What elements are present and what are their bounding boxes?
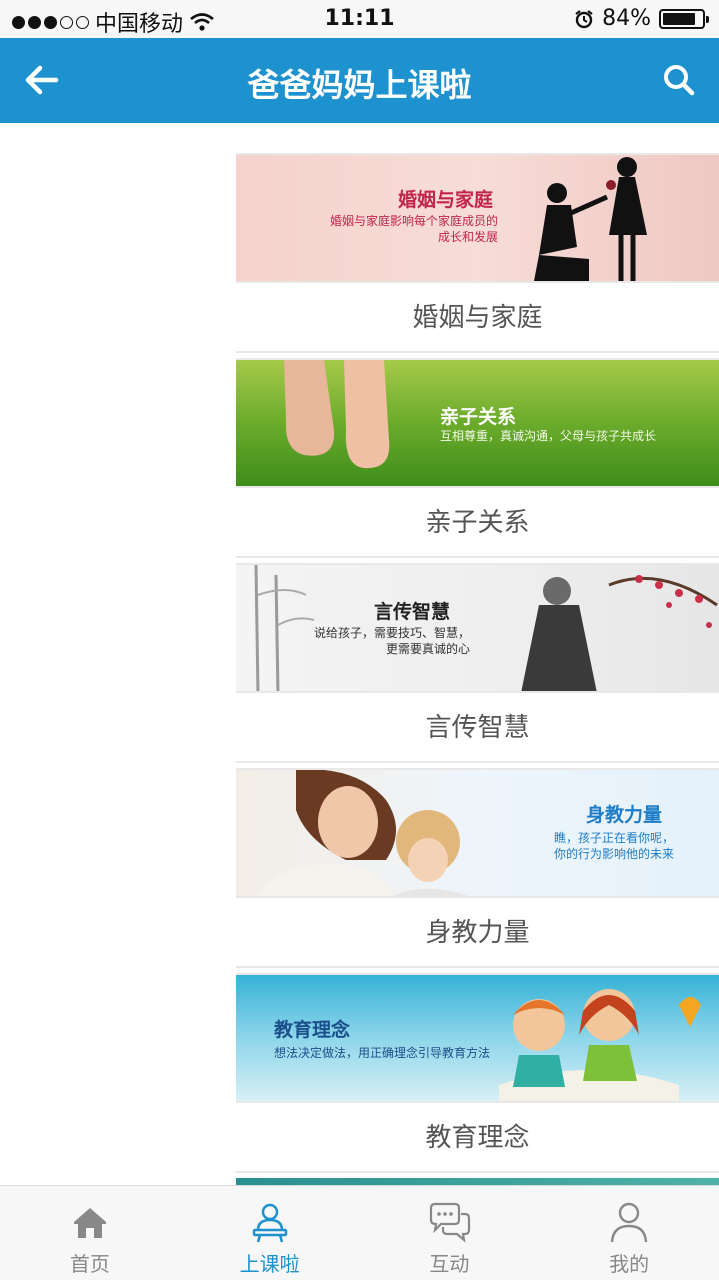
- page-title: 爸爸妈妈上课啦: [247, 66, 472, 104]
- nav-bar: 爸爸妈妈上课啦: [0, 38, 719, 123]
- banner-subtitle-line: 瞧，孩子正在看你呢，: [553, 831, 674, 845]
- battery-fill: [663, 12, 695, 25]
- banner-subtitle-line: 想法决定做法，用正确理念引导教育方法: [274, 1046, 491, 1060]
- course-list: 婚姻与家庭 婚姻与家庭影响每个家庭成员的 成长和发展 婚姻与家庭 亲子关系 互相…: [236, 123, 719, 1185]
- banner-subtitle: 瞧，孩子正在看你呢， 你的行为影响他的未来: [536, 830, 674, 862]
- search-icon[interactable]: [661, 62, 697, 98]
- next-course-banner-partial[interactable]: [236, 1178, 719, 1185]
- course-banner[interactable]: 亲子关系 互相尊重，真诚沟通，父母与孩子共成长: [236, 358, 719, 488]
- course-label[interactable]: 教育理念: [236, 1103, 719, 1173]
- course-banner[interactable]: 教育理念 想法决定做法，用正确理念引导教育方法: [236, 973, 719, 1103]
- course-card-parent-child[interactable]: 亲子关系 互相尊重，真诚沟通，父母与孩子共成长 亲子关系: [236, 358, 719, 561]
- couple-silhouette-image: [534, 157, 647, 281]
- tab-bar: 首页 上课啦 互动 我的: [0, 1185, 719, 1280]
- banner-subtitle: 说给孩子，需要技巧、智慧， 更需要真诚的心: [308, 625, 470, 657]
- course-banner[interactable]: 言传智慧 说给孩子，需要技巧、智慧， 更需要真诚的心: [236, 563, 719, 693]
- bamboo-image: [254, 565, 315, 691]
- mother-daughter-image: [258, 770, 466, 896]
- course-card-lead-by-example[interactable]: 身教力量 瞧，孩子正在看你呢， 你的行为影响他的未来 身教力量: [236, 768, 719, 971]
- bare-feet-image: [284, 360, 390, 469]
- banner-subtitle: 婚姻与家庭影响每个家庭成员的 成长和发展: [330, 213, 498, 245]
- alarm-icon: [575, 9, 593, 28]
- chat-bubbles-icon: [430, 1202, 471, 1243]
- home-icon: [73, 1208, 106, 1238]
- course-banner[interactable]: 身教力量 瞧，孩子正在看你呢， 你的行为影响他的未来: [236, 768, 719, 898]
- course-label[interactable]: 言传智慧: [236, 693, 719, 763]
- banner-title: 教育理念: [274, 1019, 351, 1041]
- banner-subtitle: 互相尊重，真诚沟通，父母与孩子共成长: [440, 428, 656, 444]
- tab-label: 上课啦: [239, 1252, 300, 1276]
- course-label[interactable]: 亲子关系: [236, 488, 719, 558]
- course-card-verbal-wisdom[interactable]: 言传智慧 说给孩子，需要技巧、智慧， 更需要真诚的心 言传智慧: [236, 563, 719, 766]
- tab-class[interactable]: 上课啦: [180, 1186, 360, 1280]
- person-icon: [610, 1202, 648, 1243]
- banner-title: 亲子关系: [440, 406, 517, 428]
- status-bar: 中国移动 11:11 84%: [0, 0, 719, 38]
- banner-subtitle-line: 成长和发展: [437, 230, 498, 244]
- banner-title: 言传智慧: [374, 601, 451, 623]
- course-banner[interactable]: 婚姻与家庭 婚姻与家庭影响每个家庭成员的 成长和发展: [236, 153, 719, 283]
- banner-subtitle-line: 婚姻与家庭影响每个家庭成员的: [330, 214, 499, 228]
- tab-label: 互动: [429, 1252, 470, 1276]
- banner-subtitle-line: 更需要真诚的心: [385, 642, 470, 656]
- tab-interaction[interactable]: 互动: [360, 1186, 540, 1280]
- banner-subtitle-line: 说给孩子，需要技巧、智慧，: [313, 626, 470, 640]
- banner-subtitle: 想法决定做法，用正确理念引导教育方法: [274, 1045, 490, 1061]
- course-label[interactable]: 身教力量: [236, 898, 719, 968]
- course-label[interactable]: 婚姻与家庭: [236, 283, 719, 353]
- tab-mine[interactable]: 我的: [539, 1186, 719, 1280]
- tab-label: 我的: [609, 1252, 650, 1276]
- tab-home[interactable]: 首页: [0, 1186, 180, 1280]
- tab-label: 首页: [69, 1252, 110, 1276]
- course-card-marriage-family[interactable]: 婚姻与家庭 婚姻与家庭影响每个家庭成员的 成长和发展 婚姻与家庭: [236, 153, 719, 356]
- course-card-education-philosophy[interactable]: 教育理念 想法决定做法，用正确理念引导教育方法 教育理念: [236, 973, 719, 1176]
- kids-reading-image: [499, 989, 701, 1101]
- banner-title: 婚姻与家庭: [398, 189, 494, 211]
- banner-title: 身教力量: [586, 804, 663, 826]
- banner-subtitle-line: 互相尊重，真诚沟通，父母与孩子共成长: [440, 429, 657, 443]
- battery-icon: [659, 8, 709, 29]
- teacher-icon: [252, 1203, 287, 1243]
- confucius-plum-image: [521, 575, 718, 691]
- banner-subtitle-line: 你的行为影响他的未来: [553, 847, 674, 861]
- battery-percent: 84%: [602, 6, 651, 31]
